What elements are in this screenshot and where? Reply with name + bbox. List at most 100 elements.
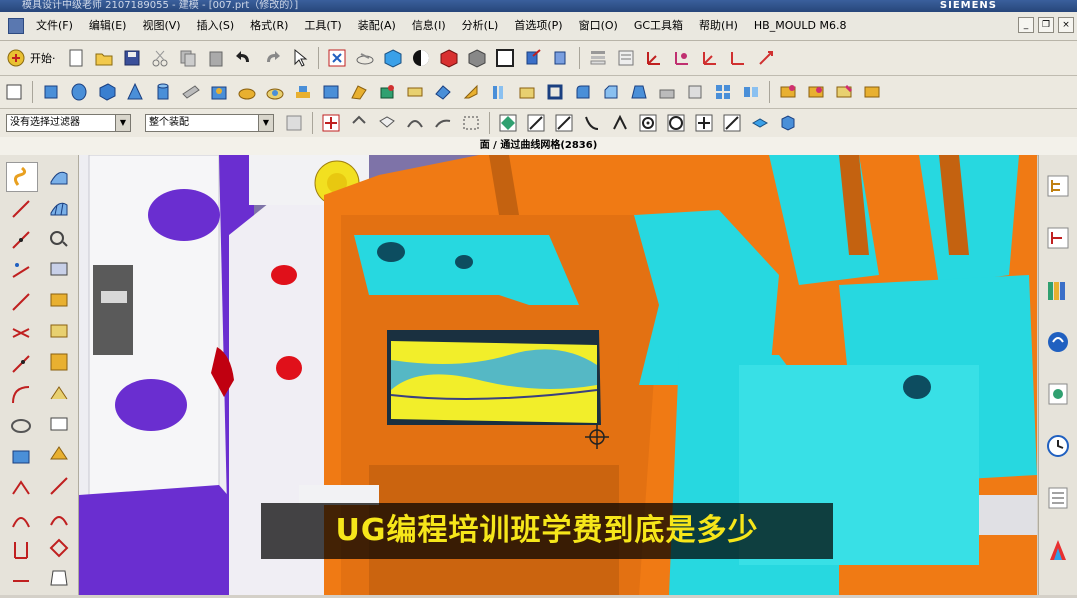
select-cursor-icon[interactable] bbox=[288, 46, 312, 70]
cylinder-icon[interactable] bbox=[151, 80, 175, 104]
history-icon[interactable] bbox=[1042, 429, 1074, 463]
curve-tool-icon[interactable] bbox=[6, 162, 38, 192]
edge-blend-icon[interactable] bbox=[571, 80, 595, 104]
scale-body-icon[interactable] bbox=[683, 80, 707, 104]
block-icon[interactable] bbox=[95, 80, 119, 104]
boss-icon[interactable] bbox=[235, 80, 259, 104]
mould-tools-icon[interactable] bbox=[860, 80, 884, 104]
bridge-curve-tool-icon[interactable] bbox=[6, 505, 36, 533]
n-sided-surface-tool-icon[interactable] bbox=[44, 317, 74, 345]
helix-tool-icon[interactable] bbox=[6, 350, 36, 378]
chamfer-icon[interactable] bbox=[599, 80, 623, 104]
snap-quadrant-icon[interactable] bbox=[664, 111, 688, 135]
menu-view[interactable]: 视图(V) bbox=[134, 12, 188, 40]
mould-wizard-icon[interactable] bbox=[776, 80, 800, 104]
layer-visibility-icon[interactable] bbox=[614, 46, 638, 70]
swept-surface-tool-icon[interactable] bbox=[44, 224, 74, 252]
section-curve-tool-icon[interactable] bbox=[44, 534, 74, 562]
unite-icon[interactable] bbox=[403, 80, 427, 104]
emboss-icon[interactable] bbox=[319, 80, 343, 104]
minimize-button[interactable]: _ bbox=[1018, 17, 1034, 33]
divide-curve-tool-icon[interactable] bbox=[6, 567, 36, 595]
menu-hb-mould[interactable]: HB_MOULD M6.8 bbox=[746, 12, 855, 40]
snap-control-point-icon[interactable] bbox=[580, 111, 604, 135]
paste-icon[interactable] bbox=[204, 46, 228, 70]
studio-surface-tool-icon[interactable] bbox=[44, 348, 74, 376]
fit-view-icon[interactable] bbox=[325, 46, 349, 70]
menu-insert[interactable]: 插入(S) bbox=[189, 12, 243, 40]
ellipse-tool-icon[interactable] bbox=[6, 412, 36, 440]
open-folder-icon[interactable] bbox=[92, 46, 116, 70]
wcs-icon[interactable] bbox=[642, 46, 666, 70]
snap-midpoint-icon[interactable] bbox=[552, 111, 576, 135]
undo-icon[interactable] bbox=[232, 46, 256, 70]
draft-icon[interactable] bbox=[627, 80, 651, 104]
new-file-icon[interactable] bbox=[64, 46, 88, 70]
wcs-orient-icon[interactable] bbox=[754, 46, 778, 70]
hidden-edge-icon[interactable] bbox=[465, 46, 489, 70]
menu-tools[interactable]: 工具(T) bbox=[296, 12, 349, 40]
select-bodies-icon[interactable] bbox=[375, 111, 399, 135]
assembly-navigator-icon[interactable] bbox=[1042, 169, 1074, 203]
arc-tool-icon[interactable] bbox=[6, 226, 36, 254]
pad-icon[interactable] bbox=[291, 80, 315, 104]
reuse-library-icon[interactable] bbox=[1042, 325, 1074, 359]
constraint-navigator-icon[interactable] bbox=[1042, 221, 1074, 255]
snap-intersection-icon[interactable] bbox=[608, 111, 632, 135]
snap-on-face-icon[interactable] bbox=[748, 111, 772, 135]
select-features-icon[interactable] bbox=[347, 111, 371, 135]
wcs-origin-icon[interactable] bbox=[698, 46, 722, 70]
offset-face-icon[interactable] bbox=[655, 80, 679, 104]
part-navigator-icon[interactable] bbox=[1042, 273, 1074, 307]
wcs-dynamic-icon[interactable] bbox=[670, 46, 694, 70]
cone-icon[interactable] bbox=[123, 80, 147, 104]
chain-tool-icon[interactable] bbox=[6, 319, 36, 347]
snap-existing-point-icon[interactable] bbox=[692, 111, 716, 135]
trim-curve-tool-icon[interactable] bbox=[6, 536, 36, 564]
trim-body-icon[interactable] bbox=[487, 80, 511, 104]
wcs-rotate-icon[interactable] bbox=[726, 46, 750, 70]
spline-tool-icon[interactable] bbox=[6, 288, 36, 316]
snap-grid-icon[interactable] bbox=[496, 111, 520, 135]
menu-format[interactable]: 格式(R) bbox=[242, 12, 296, 40]
cut-icon[interactable] bbox=[148, 46, 172, 70]
assembly-scope-dropdown[interactable]: 整个装配 ▼ bbox=[145, 114, 274, 132]
offset-curve-tool-icon[interactable] bbox=[6, 474, 36, 502]
mould-core-icon[interactable] bbox=[804, 80, 828, 104]
patch-tool-icon[interactable] bbox=[44, 441, 74, 469]
web-browser-icon[interactable] bbox=[1042, 377, 1074, 411]
rectangle-select-icon[interactable] bbox=[459, 111, 483, 135]
restore-button[interactable]: ❐ bbox=[1038, 17, 1054, 33]
tube-icon[interactable] bbox=[179, 80, 203, 104]
close-button[interactable]: × bbox=[1058, 17, 1074, 33]
shaded-cube-icon[interactable] bbox=[381, 46, 405, 70]
snap-endpoint-icon[interactable] bbox=[524, 111, 548, 135]
section-view-icon[interactable] bbox=[549, 46, 573, 70]
shell-icon[interactable] bbox=[543, 80, 567, 104]
pocket-icon[interactable] bbox=[263, 80, 287, 104]
through-curves-tool-icon[interactable] bbox=[44, 286, 74, 314]
save-icon[interactable] bbox=[120, 46, 144, 70]
extract-geometry-tool-icon[interactable] bbox=[44, 410, 74, 438]
trimmed-sheet-tool-icon[interactable] bbox=[44, 472, 74, 500]
copy-icon[interactable] bbox=[176, 46, 200, 70]
menu-help[interactable]: 帮助(H) bbox=[691, 12, 746, 40]
menu-analysis[interactable]: 分析(L) bbox=[454, 12, 507, 40]
selection-filter-dropdown[interactable]: 没有选择过滤器 ▼ bbox=[6, 114, 131, 132]
revolve-icon[interactable] bbox=[67, 80, 91, 104]
redo-icon[interactable] bbox=[260, 46, 284, 70]
sew-tool-icon[interactable] bbox=[44, 379, 74, 407]
render-style-icon[interactable] bbox=[409, 46, 433, 70]
snap-on-curve-icon[interactable] bbox=[720, 111, 744, 135]
snap-bounded-icon[interactable] bbox=[776, 111, 800, 135]
rectangle-tool-icon[interactable] bbox=[6, 443, 36, 471]
mirror-icon[interactable] bbox=[739, 80, 763, 104]
line-tool-icon[interactable] bbox=[6, 195, 36, 223]
menu-assembly[interactable]: 装配(A) bbox=[350, 12, 404, 40]
general-filter-icon[interactable] bbox=[282, 111, 306, 135]
ruled-surface-tool-icon[interactable] bbox=[44, 255, 74, 283]
mould-cavity-icon[interactable] bbox=[832, 80, 856, 104]
menu-window[interactable]: 窗口(O) bbox=[571, 12, 626, 40]
subtract-icon[interactable] bbox=[431, 80, 455, 104]
app-icon[interactable] bbox=[8, 18, 24, 34]
